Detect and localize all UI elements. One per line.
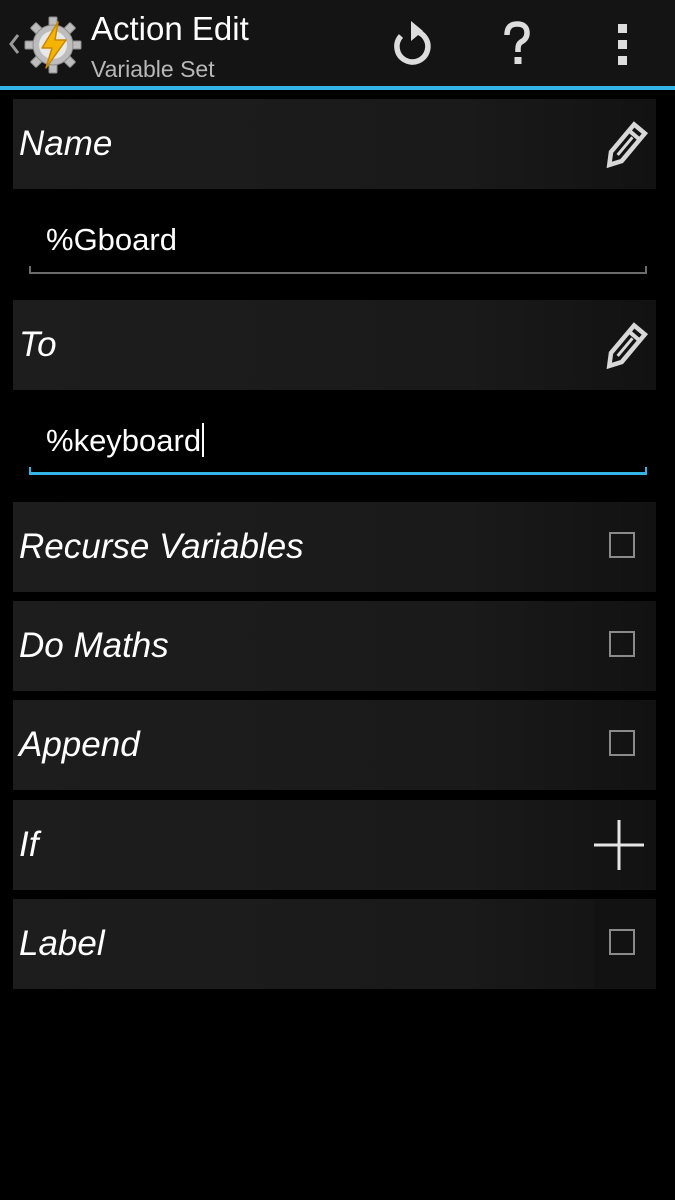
name-label: Name: [19, 124, 113, 163]
page-title: Action Edit: [91, 10, 249, 47]
append-checkbox[interactable]: [609, 730, 635, 756]
action-bar-divider: [0, 86, 675, 90]
tasker-gear-lightning-icon: [24, 16, 82, 74]
help-button[interactable]: [484, 10, 550, 78]
to-row: To: [13, 300, 656, 390]
name-row: Name: [13, 99, 656, 189]
to-edit-button[interactable]: [596, 300, 656, 390]
chevron-left-icon: [9, 34, 20, 54]
name-field-underline: [29, 266, 647, 274]
to-label: To: [19, 325, 57, 364]
if-row: If: [13, 800, 656, 890]
undo-button[interactable]: [380, 10, 446, 78]
help-icon: [504, 21, 530, 64]
overflow-menu-icon: [618, 24, 627, 65]
up-navigation-button[interactable]: [0, 0, 86, 86]
add-plus-icon: [594, 820, 644, 870]
if-label: If: [19, 825, 39, 864]
to-field-value: %keyboard: [46, 423, 202, 458]
name-edit-button[interactable]: [596, 99, 656, 189]
recurse-variables-checkbox[interactable]: [609, 532, 635, 558]
append-row[interactable]: Append: [13, 700, 656, 790]
label-row-label: Label: [19, 924, 105, 963]
to-field-text: %keyboard: [46, 421, 205, 461]
do-maths-label: Do Maths: [19, 626, 169, 665]
overflow-menu-button[interactable]: [590, 10, 656, 78]
name-field[interactable]: %Gboard: [29, 212, 649, 274]
to-field[interactable]: %keyboard: [29, 413, 649, 475]
recurse-variables-row[interactable]: Recurse Variables: [13, 502, 656, 592]
title-block: Action Edit Variable Set: [91, 8, 381, 84]
edit-pencil-icon: [606, 322, 649, 370]
undo-icon: [394, 21, 431, 65]
label-row[interactable]: Label: [13, 899, 656, 989]
edit-pencil-icon: [606, 121, 649, 169]
text-cursor: [202, 423, 205, 457]
action-bar: Action Edit Variable Set: [0, 0, 675, 86]
label-checkbox[interactable]: [609, 929, 635, 955]
add-condition-button[interactable]: [589, 800, 649, 890]
name-field-value: %Gboard: [46, 222, 177, 257]
do-maths-row[interactable]: Do Maths: [13, 601, 656, 691]
recurse-variables-label: Recurse Variables: [19, 527, 304, 566]
do-maths-checkbox[interactable]: [609, 631, 635, 657]
page-subtitle: Variable Set: [91, 56, 215, 82]
append-label: Append: [19, 725, 140, 764]
to-field-underline: [29, 467, 647, 475]
